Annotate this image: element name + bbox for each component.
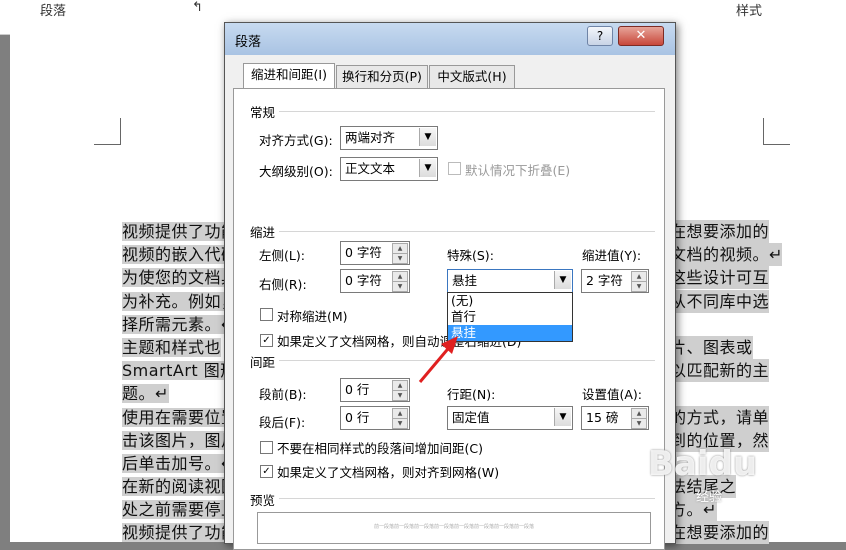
arrow-shaft [418, 343, 454, 383]
watermark-text: Baidu [648, 444, 758, 484]
baidu-watermark: Baidu 经验 [648, 444, 758, 505]
watermark-sub: 经验 [696, 490, 723, 505]
arrow-head-icon [441, 336, 458, 354]
